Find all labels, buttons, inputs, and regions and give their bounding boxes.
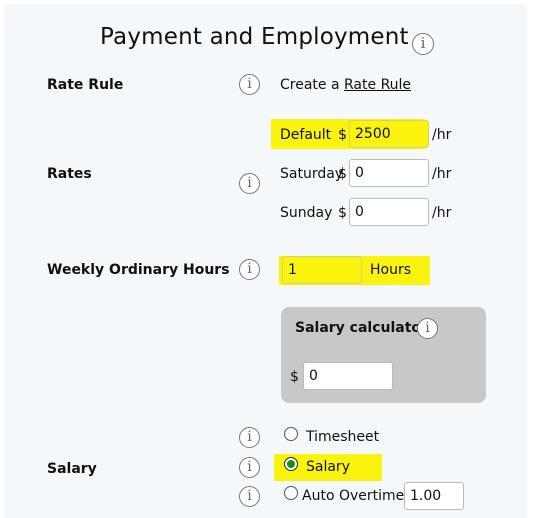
salary-calculator-title: Salary calculator (295, 320, 428, 336)
sunday-rate-label: Sunday (280, 205, 333, 221)
saturday-currency-symbol: $ (338, 166, 347, 182)
sunday-currency-symbol: $ (338, 205, 347, 221)
salary-option-label[interactable]: Salary (306, 459, 350, 475)
rate-rule-info-icon[interactable]: i (239, 74, 260, 95)
auto-overtime-radio[interactable] (284, 486, 298, 500)
salary-info-icon[interactable]: i (239, 457, 260, 478)
timesheet-radio[interactable] (284, 427, 298, 441)
title-info-icon[interactable]: i (412, 33, 434, 55)
weekly-hours-label: Weekly Ordinary Hours (47, 262, 230, 278)
sunday-rate-unit: /hr (432, 205, 452, 221)
saturday-rate-label: Saturday (280, 166, 344, 182)
create-rate-rule-text: Create a Rate Rule (280, 77, 411, 93)
default-rate-unit: /hr (432, 127, 452, 143)
weekly-hours-unit: Hours (370, 262, 412, 278)
weekly-hours-input[interactable]: 1 (282, 256, 362, 284)
salary-calculator-info-icon[interactable]: i (417, 318, 438, 339)
sunday-rate-input[interactable]: 0 (349, 198, 429, 226)
section-title: Payment and Employment (100, 24, 409, 50)
saturday-rate-unit: /hr (432, 166, 452, 182)
weekly-hours-info-icon[interactable]: i (239, 259, 260, 280)
rates-label: Rates (47, 166, 92, 182)
salary-calculator-input[interactable]: 0 (303, 362, 393, 390)
timesheet-option-label[interactable]: Timesheet (306, 429, 379, 445)
salary-calculator-currency: $ (290, 369, 299, 385)
auto-overtime-input[interactable]: 1.00 (404, 482, 464, 510)
saturday-rate-input[interactable]: 0 (349, 159, 429, 187)
auto-overtime-option-label[interactable]: Auto Overtime (302, 488, 404, 504)
default-rate-label: Default (280, 127, 332, 143)
timesheet-info-icon[interactable]: i (239, 427, 260, 448)
default-currency-symbol: $ (338, 127, 347, 143)
create-prefix: Create a (280, 77, 340, 93)
rates-info-icon[interactable]: i (239, 173, 260, 194)
auto-overtime-info-icon[interactable]: i (239, 486, 260, 507)
salary-radio[interactable] (284, 457, 298, 471)
salary-label: Salary (47, 461, 97, 477)
rate-rule-label: Rate Rule (47, 77, 124, 93)
default-rate-input[interactable]: 2500 (349, 120, 429, 148)
create-rate-rule-link[interactable]: Rate Rule (344, 77, 411, 93)
